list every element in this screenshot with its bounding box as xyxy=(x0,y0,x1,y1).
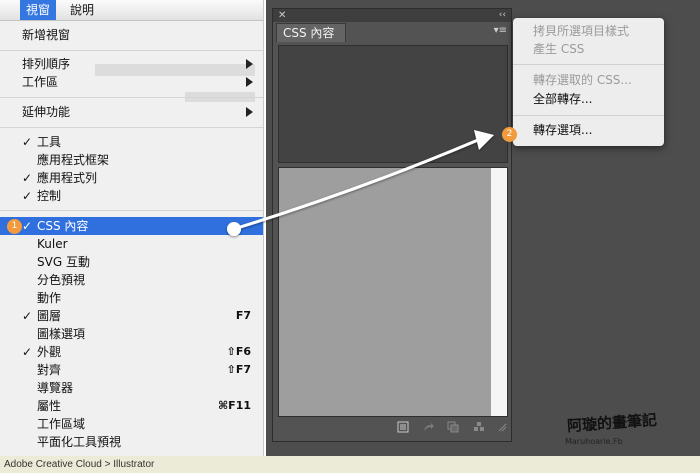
flyout-item-export-selected[interactable]: 轉存選取的 CSS... xyxy=(533,72,632,89)
panel-footer xyxy=(273,419,511,439)
flyout-separator xyxy=(513,64,664,65)
menu-item-control[interactable]: ✓ 控制 xyxy=(0,187,263,205)
flyout-item-export-options[interactable]: 轉存選項... xyxy=(533,122,592,139)
export-list-icon[interactable] xyxy=(397,421,409,436)
menu-item-appearance[interactable]: ✓ 外觀 ⇧F6 xyxy=(0,343,263,361)
menu-item-app-frame[interactable]: 應用程式框架 xyxy=(0,151,263,169)
menu-separator xyxy=(0,50,263,51)
menu-item-app-bar[interactable]: ✓ 應用程式列 xyxy=(0,169,263,187)
css-preview-area xyxy=(278,167,508,417)
menu-item-workspace[interactable]: 工作區 xyxy=(0,73,263,91)
callout-badge-2: 2 xyxy=(502,127,517,142)
menu-separator xyxy=(0,127,263,128)
shortcut-label: F7 xyxy=(235,309,251,322)
menu-help[interactable]: 說明 xyxy=(64,0,100,20)
copy-style-icon[interactable] xyxy=(447,421,459,436)
submenu-arrow-icon xyxy=(246,77,253,87)
export-arrow-icon[interactable] xyxy=(423,421,435,436)
callout-badge-1: 1 xyxy=(7,219,22,234)
menu-bar: 視窗 說明 xyxy=(0,0,263,21)
panel-flyout-menu: 拷貝所選項目樣式 產生 CSS 轉存選取的 CSS... 全部轉存... 轉存選… xyxy=(513,18,664,146)
flyout-separator xyxy=(513,115,664,116)
shortcut-label: ⌘F11 xyxy=(217,399,251,412)
menu-item-graphic-styles[interactable]: 圖樣選項 xyxy=(0,325,263,343)
caption-bar: Adobe Creative Cloud > Illustrator xyxy=(0,456,700,473)
menu-item-kuler[interactable]: Kuler xyxy=(0,235,263,253)
menu-item-tools[interactable]: ✓ 工具 xyxy=(0,133,263,151)
checkmark-icon: ✓ xyxy=(22,135,33,149)
shortcut-label: ⇧F6 xyxy=(226,345,251,358)
menu-view[interactable]: 視窗 xyxy=(20,0,57,20)
menu-item-flattener-preview[interactable]: 平面化工具預視 xyxy=(0,433,263,451)
menu-item-svg-interactivity[interactable]: SVG 互動 xyxy=(0,253,263,271)
view-menu: 視窗 說明 新增視窗 排列順序 工作區 延伸功能 ✓ 工具 應用程式框架 ✓ 應… xyxy=(0,0,264,456)
menu-item-attributes[interactable]: 屬性 ⌘F11 xyxy=(0,397,263,415)
flyout-item-generate-css[interactable]: 產生 CSS xyxy=(533,41,584,58)
menu-item-align[interactable]: 對齊 ⇧F7 xyxy=(0,361,263,379)
css-code-area xyxy=(278,45,508,163)
panel-title-bar: ✕ ‹‹ xyxy=(273,9,511,22)
menu-item-layers[interactable]: ✓ 圖層 F7 xyxy=(0,307,263,325)
checkmark-icon: ✓ xyxy=(22,189,33,203)
menu-item-new-window[interactable]: 新增視窗 xyxy=(0,26,263,44)
css-properties-panel: ✕ ‹‹ CSS 內容 ▾≡ xyxy=(272,8,512,442)
menu-item-arrange[interactable]: 排列順序 xyxy=(0,55,263,73)
collapse-icon[interactable]: ‹‹ xyxy=(499,9,506,22)
watermark-subtext: Maruhoarie.Fb xyxy=(565,437,623,446)
submenu-arrow-icon xyxy=(246,107,253,117)
menu-separator xyxy=(0,210,263,211)
checkmark-icon: ✓ xyxy=(22,345,33,359)
scrollbar[interactable] xyxy=(491,168,507,416)
menu-item-actions[interactable]: 動作 xyxy=(0,289,263,307)
resize-grip-icon[interactable] xyxy=(497,421,507,435)
close-icon[interactable]: ✕ xyxy=(278,9,286,22)
menu-item-navigator[interactable]: 導覽器 xyxy=(0,379,263,397)
checkmark-icon: ✓ xyxy=(22,171,33,185)
menu-item-css-properties[interactable]: ✓ CSS 內容 xyxy=(0,217,263,235)
generate-css-icon[interactable] xyxy=(473,421,485,436)
menu-separator xyxy=(0,97,263,98)
checkmark-icon: ✓ xyxy=(22,309,33,323)
flyout-item-copy-style[interactable]: 拷貝所選項目樣式 xyxy=(533,23,629,40)
tab-css-properties[interactable]: CSS 內容 xyxy=(276,23,346,42)
checkmark-icon: ✓ xyxy=(22,219,33,233)
submenu-arrow-icon xyxy=(246,59,253,69)
menu-item-extensions[interactable]: 延伸功能 xyxy=(0,103,263,121)
menu-item-separations-preview[interactable]: 分色預視 xyxy=(0,271,263,289)
shortcut-label: ⇧F7 xyxy=(226,363,251,376)
menu-item-artboards[interactable]: 工作區域 xyxy=(0,415,263,433)
flyout-item-export-all[interactable]: 全部轉存... xyxy=(533,91,592,108)
panel-menu-icon[interactable]: ▾≡ xyxy=(494,25,507,36)
